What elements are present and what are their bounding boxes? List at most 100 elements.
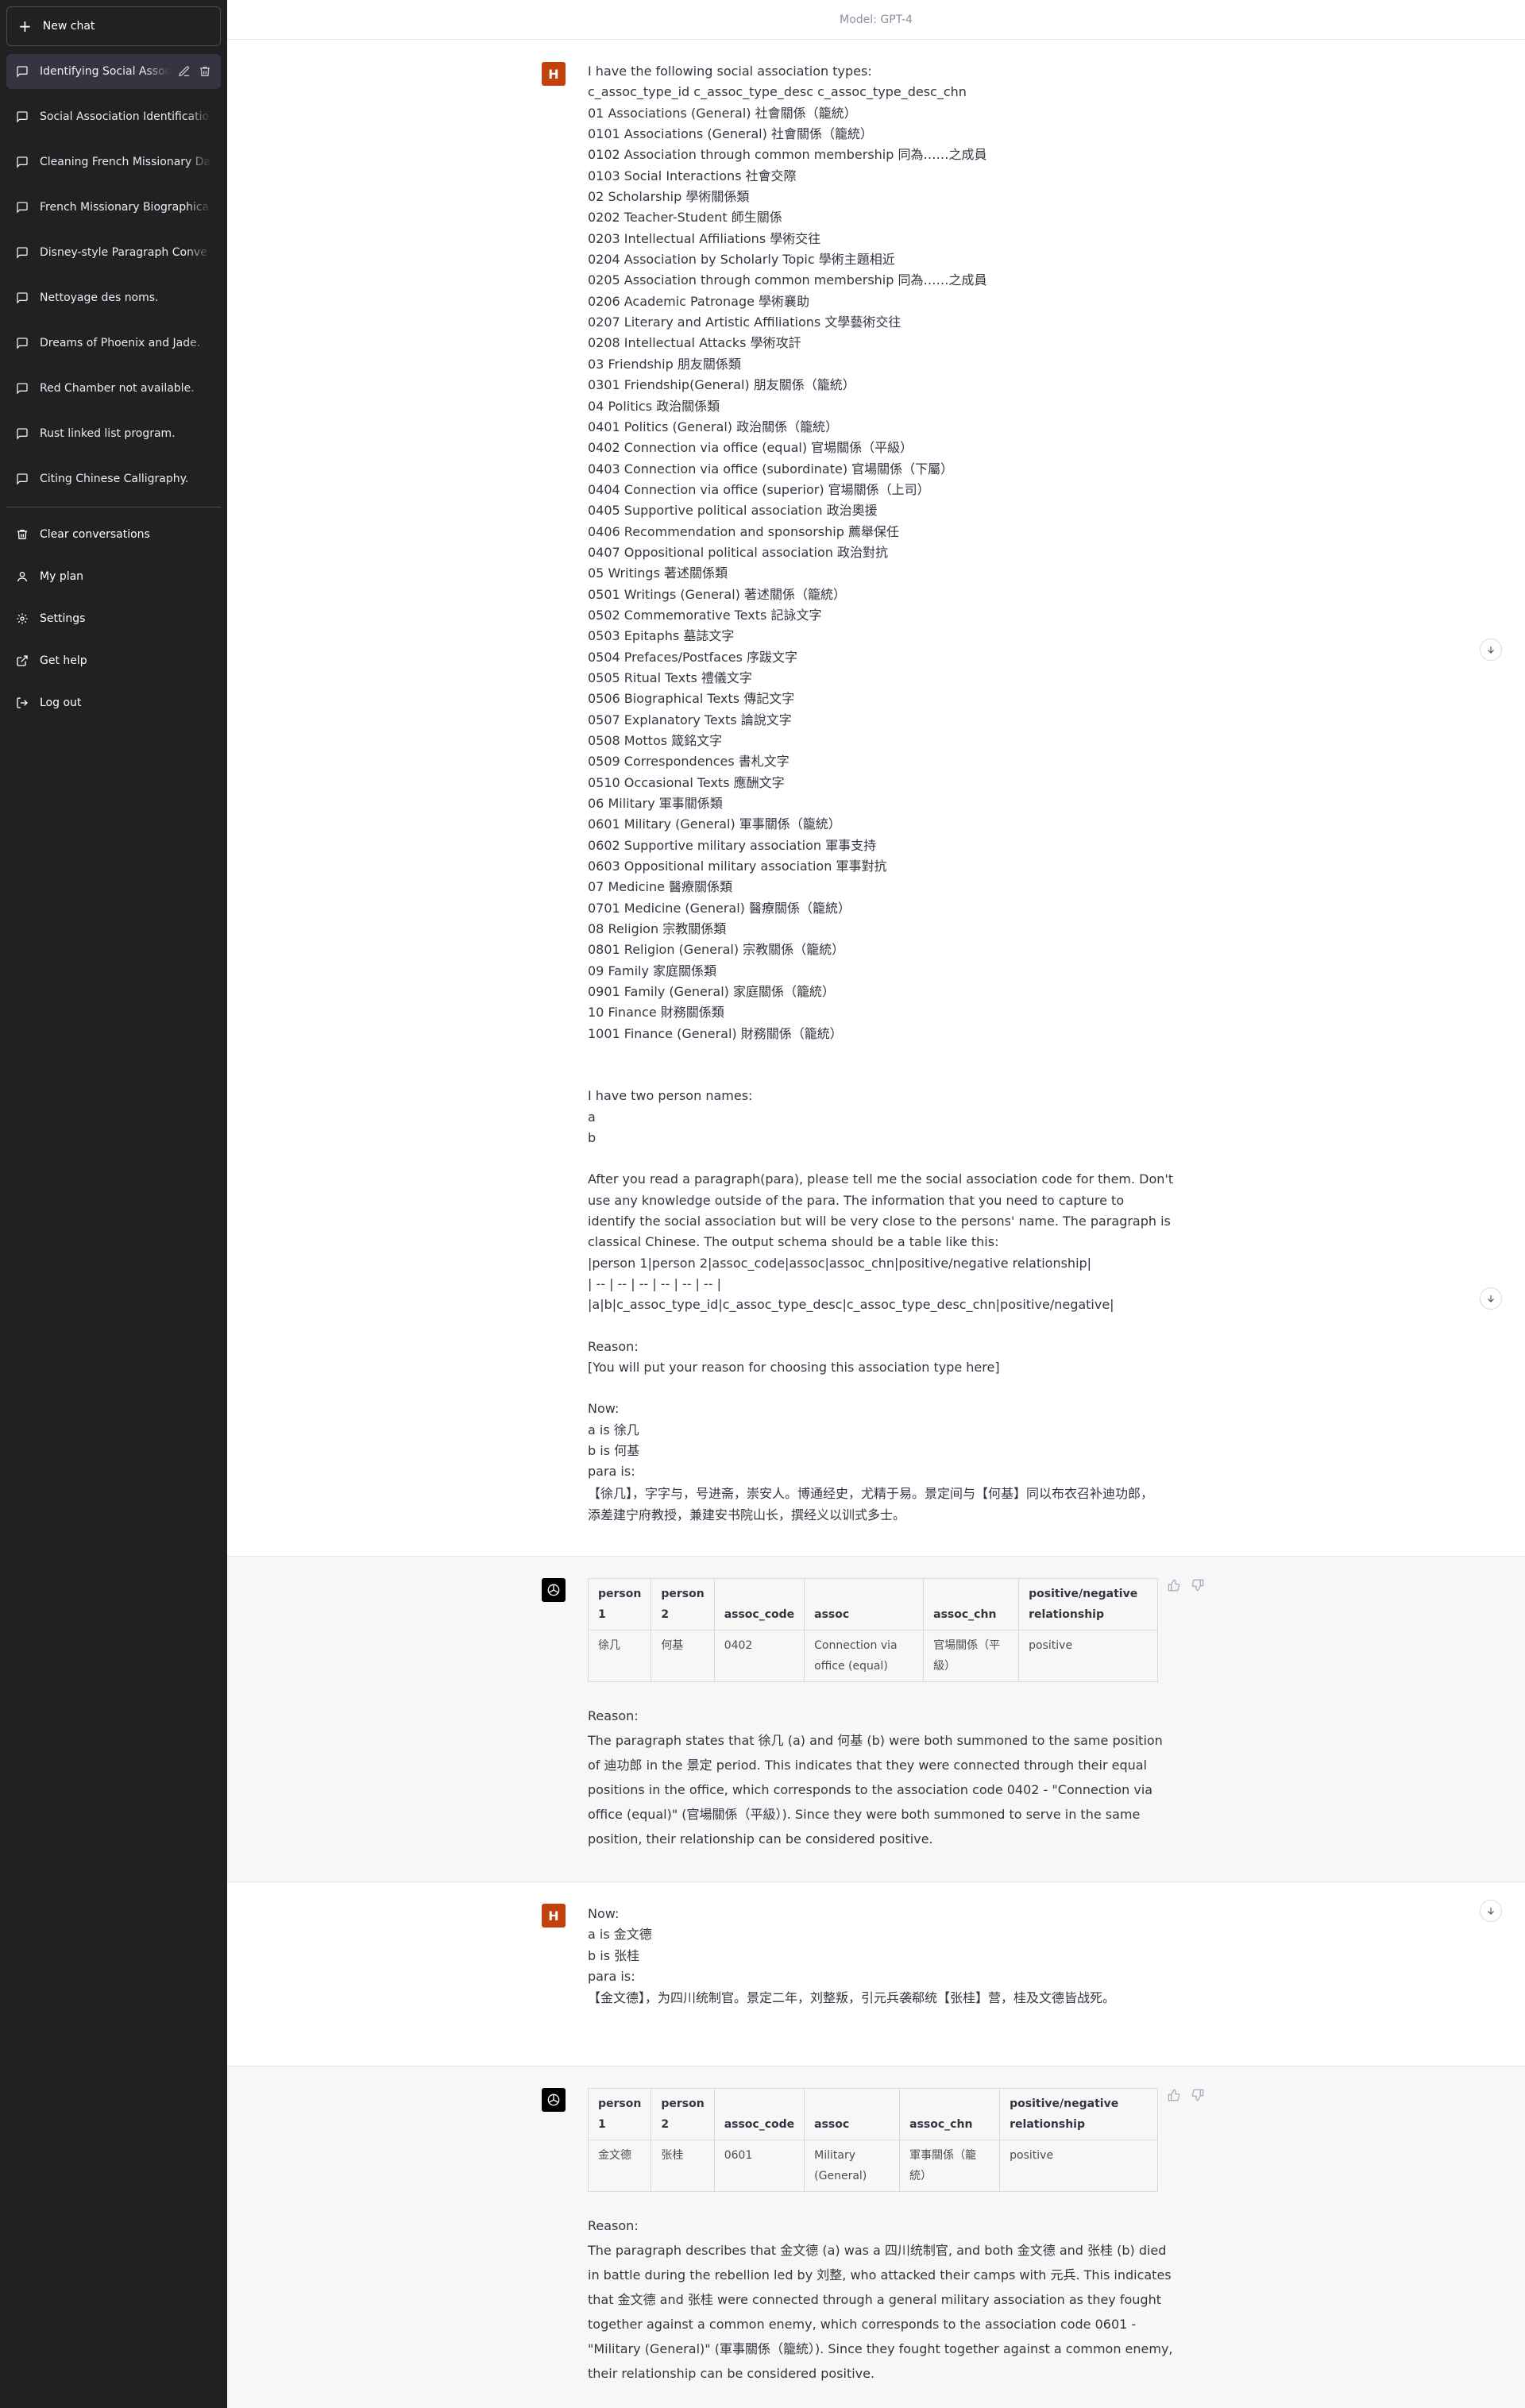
text-line: 04 Politics 政治關係類 <box>588 398 720 414</box>
text-line: c_assoc_type_id c_assoc_type_desc c_asso… <box>588 84 967 100</box>
get-help-label: Get help <box>40 654 87 667</box>
conversation-item[interactable]: Citing Chinese Calligraphy. <box>6 461 221 496</box>
table-cell: 何基 <box>651 1630 715 1682</box>
thumbs-down-icon[interactable] <box>1191 2089 1204 2101</box>
plus-icon: + <box>18 17 32 36</box>
text-line: b is 张桂 <box>588 1947 640 1963</box>
table-header: assoc_chn <box>899 2088 1001 2140</box>
my-plan-button[interactable]: My plan <box>6 559 221 594</box>
edit-icon[interactable] <box>178 65 191 78</box>
text-line: 0504 Prefaces/Postfaces 序跋文字 <box>588 649 798 665</box>
chat-bubble-icon <box>17 156 28 168</box>
table-cell: 0601 <box>714 2140 805 2192</box>
chat-bubble-icon <box>17 66 28 78</box>
text-line: a is 金文德 <box>588 1927 652 1943</box>
model-label: Model: GPT-4 <box>840 13 913 26</box>
text-line: 0103 Social Interactions 社會交際 <box>588 168 797 183</box>
scroll-down-button[interactable] <box>1480 639 1502 661</box>
conversation-item[interactable]: Rust linked list program. <box>6 416 221 451</box>
settings-button[interactable]: Settings <box>6 601 221 636</box>
text-line: b <box>588 1129 596 1145</box>
reason-text: The paragraph describes that 金文德 (a) was… <box>588 2243 1173 2381</box>
chat-bubble-icon <box>17 428 28 440</box>
table-header: assoc <box>804 1578 925 1630</box>
text-line: 0406 Recommendation and sponsorship 薦舉保任 <box>588 523 899 539</box>
table-cell: 軍事關係（籠統） <box>899 2140 1001 2192</box>
chat-bubble-icon <box>17 338 28 349</box>
logout-icon <box>17 697 28 708</box>
text-line: 0701 Medicine (General) 醫療關係（籠統） <box>588 900 851 916</box>
text-line: 0202 Teacher-Student 師生關係 <box>588 210 782 226</box>
reason-label: Reason: <box>588 2218 639 2233</box>
text-line: 02 Scholarship 學術關係類 <box>588 189 750 205</box>
text-line: 0508 Mottos 箴銘文字 <box>588 733 723 748</box>
text-line: Now: <box>588 1401 620 1417</box>
new-chat-button[interactable]: + New chat <box>6 6 221 46</box>
trash-icon[interactable] <box>199 65 211 78</box>
clear-conversations-button[interactable]: Clear conversations <box>6 517 221 552</box>
schema-line: | -- | -- | -- | -- | -- | -- | <box>588 1275 722 1291</box>
table-cell: 金文德 <box>588 2140 652 2192</box>
table-cell: 徐几 <box>588 1630 652 1682</box>
openai-logo-icon <box>542 2088 566 2112</box>
text-line: 08 Religion 宗教關係類 <box>588 921 727 937</box>
conversation-label: Dreams of Phoenix and Jade. <box>40 337 211 349</box>
conversation-item[interactable]: Dreams of Phoenix and Jade. <box>6 326 221 361</box>
text-line: 0503 Epitaphs 墓誌文字 <box>588 628 735 644</box>
conversation-item[interactable]: Red Chamber not available. <box>6 371 221 406</box>
table-header: positive/negative relationship <box>999 2088 1158 2140</box>
text-line: para is: <box>588 1464 635 1480</box>
chat-bubble-icon <box>17 383 28 395</box>
trash-icon <box>17 530 27 539</box>
text-line: 0206 Academic Patronage 學術襄助 <box>588 293 810 309</box>
my-plan-label: My plan <box>40 570 84 583</box>
scroll-down-button[interactable] <box>1480 1287 1502 1310</box>
text-line: b is 何基 <box>588 1442 640 1458</box>
text-line: 0203 Intellectual Affiliations 學術交往 <box>588 230 821 246</box>
table-cell: 张桂 <box>651 2140 715 2192</box>
text-line: Reason: <box>588 1338 639 1354</box>
new-chat-label: New chat <box>42 20 95 33</box>
clear-conversations-label: Clear conversations <box>40 528 150 541</box>
table-cell: positive <box>999 2140 1158 2192</box>
text-line: para is: <box>588 1969 635 1985</box>
schema-line: |person 1|person 2|assoc_code|assoc|asso… <box>588 1255 1092 1271</box>
text-line: 0205 Association through common membersh… <box>588 272 987 288</box>
text-line: 0603 Oppositional military association 軍… <box>588 859 887 874</box>
table-header: person 2 <box>651 1578 715 1630</box>
text-line: 0510 Occasional Texts 應酬文字 <box>588 774 785 790</box>
conversation-item[interactable]: Nettoyage des noms. <box>6 280 221 315</box>
conversation-item[interactable]: Cleaning French Missionary Da <box>6 145 221 179</box>
assistant-message-2: person 1 person 2 assoc_code assoc assoc… <box>227 2066 1525 2408</box>
conversation-item[interactable]: Social Association Identificatio <box>6 99 221 134</box>
schema-block: |person 1|person 2|assoc_code|assoc|asso… <box>588 1253 1191 1316</box>
table-header: assoc <box>804 2088 901 2140</box>
scroll-down-button[interactable] <box>1480 1900 1502 1922</box>
text-line: 0407 Oppositional political association … <box>588 544 889 560</box>
table-header-row: person 1 person 2 assoc_code assoc assoc… <box>588 2088 1158 2140</box>
text-line: 0602 Supportive military association 軍事支… <box>588 837 877 853</box>
text-line: 0102 Association through common membersh… <box>588 147 987 163</box>
user-message-2: H Now: a is 金文德 b is 张桂 para is: 【金文德】，为四川统… <box>227 1882 1525 2066</box>
log-out-button[interactable]: Log out <box>6 685 221 720</box>
table-row: 金文德 张桂 0601 Military (General) 軍事關係（籠統） … <box>588 2140 1158 2192</box>
table-cell: 0402 <box>714 1630 805 1682</box>
paragraph-text: 【金文德】，为四川统制官。景定二年，刘整叛，引元兵袭郗统【张桂】营，桂及文德皆战… <box>588 1990 1116 2006</box>
text-line: 0401 Politics (General) 政治關係（籠統） <box>588 419 839 434</box>
text-line: a is 徐几 <box>588 1422 639 1437</box>
chat-bubble-icon <box>17 111 28 123</box>
text-line: [You will put your reason for choosing t… <box>588 1359 1000 1375</box>
conversation-item[interactable]: Disney-style Paragraph Conve <box>6 235 221 270</box>
table-cell: Military (General) <box>804 2140 901 2192</box>
conversation-item-identifying-social-assoc[interactable]: Identifying Social Assoc <box>6 54 221 89</box>
text-line: 1001 Finance (General) 財務關係（籠統） <box>588 1025 843 1041</box>
text-line: 0601 Military (General) 軍事關係（籠統） <box>588 816 841 832</box>
get-help-button[interactable]: Get help <box>6 643 221 678</box>
thumbs-down-icon[interactable] <box>1191 1579 1204 1592</box>
table-cell: Connection via office (equal) <box>804 1630 925 1682</box>
text-line: a <box>588 1109 596 1125</box>
table-header: positive/negative relationship <box>1018 1578 1158 1630</box>
arrow-down-icon <box>1488 646 1494 654</box>
log-out-label: Log out <box>40 697 82 709</box>
conversation-item[interactable]: French Missionary Biographica <box>6 190 221 225</box>
